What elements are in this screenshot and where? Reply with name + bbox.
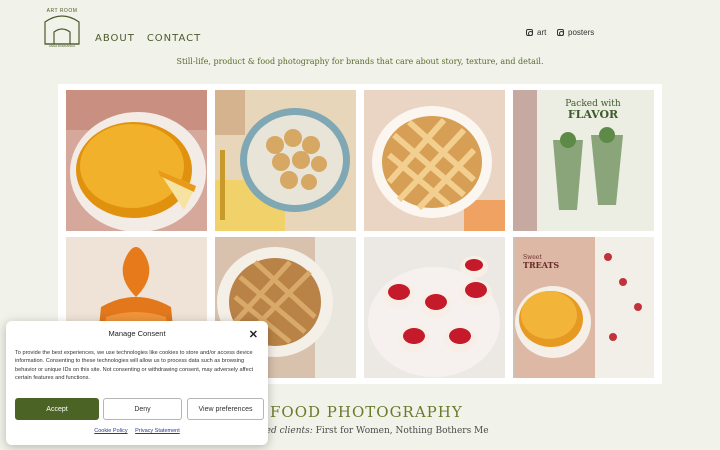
view-preferences-button[interactable]: View preferences [187, 398, 264, 420]
gallery-tile-magazine-drinks[interactable]: Packed with FLAVOR [513, 90, 654, 231]
house-icon [44, 15, 80, 45]
consent-links: Cookie Policy Privacy Statement [6, 428, 268, 434]
clients-names: First for Women, Nothing Bothers Me [312, 426, 489, 436]
logo-top-text: ART ROOM [46, 8, 78, 14]
consent-body: To provide the best experiences, we use … [15, 350, 254, 382]
social-posters-label: posters [568, 28, 595, 37]
svg-text:TREATS: TREATS [523, 260, 559, 270]
logo-sub-text: ANNA DOMANSKA [48, 44, 76, 48]
cookie-policy-link[interactable]: Cookie Policy [94, 428, 127, 434]
main-nav: ABOUT CONTACT [95, 33, 201, 44]
logo[interactable]: ART ROOM ANNA DOMANSKA [42, 8, 82, 48]
social-posters-link[interactable]: posters [557, 28, 594, 37]
instagram-icon [557, 29, 564, 36]
gallery-tile-flan[interactable] [66, 90, 207, 231]
consent-dialog: Manage Consent ✕ To provide the best exp… [6, 321, 268, 445]
clients-label: ted clients: [262, 426, 313, 436]
consent-title: Manage Consent [108, 329, 166, 338]
gallery-tile-apple-pie[interactable] [364, 90, 505, 231]
privacy-statement-link[interactable]: Privacy Statement [135, 428, 180, 434]
social-art-link[interactable]: art [526, 28, 546, 37]
tagline: Still-life, product & food photography f… [176, 57, 544, 66]
section-heading: FOOD PHOTOGRAPHY [270, 403, 463, 421]
instagram-icon [526, 29, 533, 36]
svg-text:FLAVOR: FLAVOR [568, 108, 619, 121]
gallery-tile-dumplings[interactable] [215, 90, 356, 231]
social-art-label: art [537, 28, 547, 37]
gallery-tile-strawberry-cheesecakes[interactable] [364, 237, 505, 378]
close-icon[interactable]: ✕ [249, 328, 258, 341]
deny-button[interactable]: Deny [103, 398, 182, 420]
nav-about[interactable]: ABOUT [95, 33, 135, 44]
gallery-tile-magazine-flan[interactable]: Sweet TREATS [513, 237, 654, 378]
clients-line: ted clients: First for Women, Nothing Bo… [262, 426, 489, 436]
nav-contact[interactable]: CONTACT [147, 33, 201, 44]
accept-button[interactable]: Accept [15, 398, 99, 420]
